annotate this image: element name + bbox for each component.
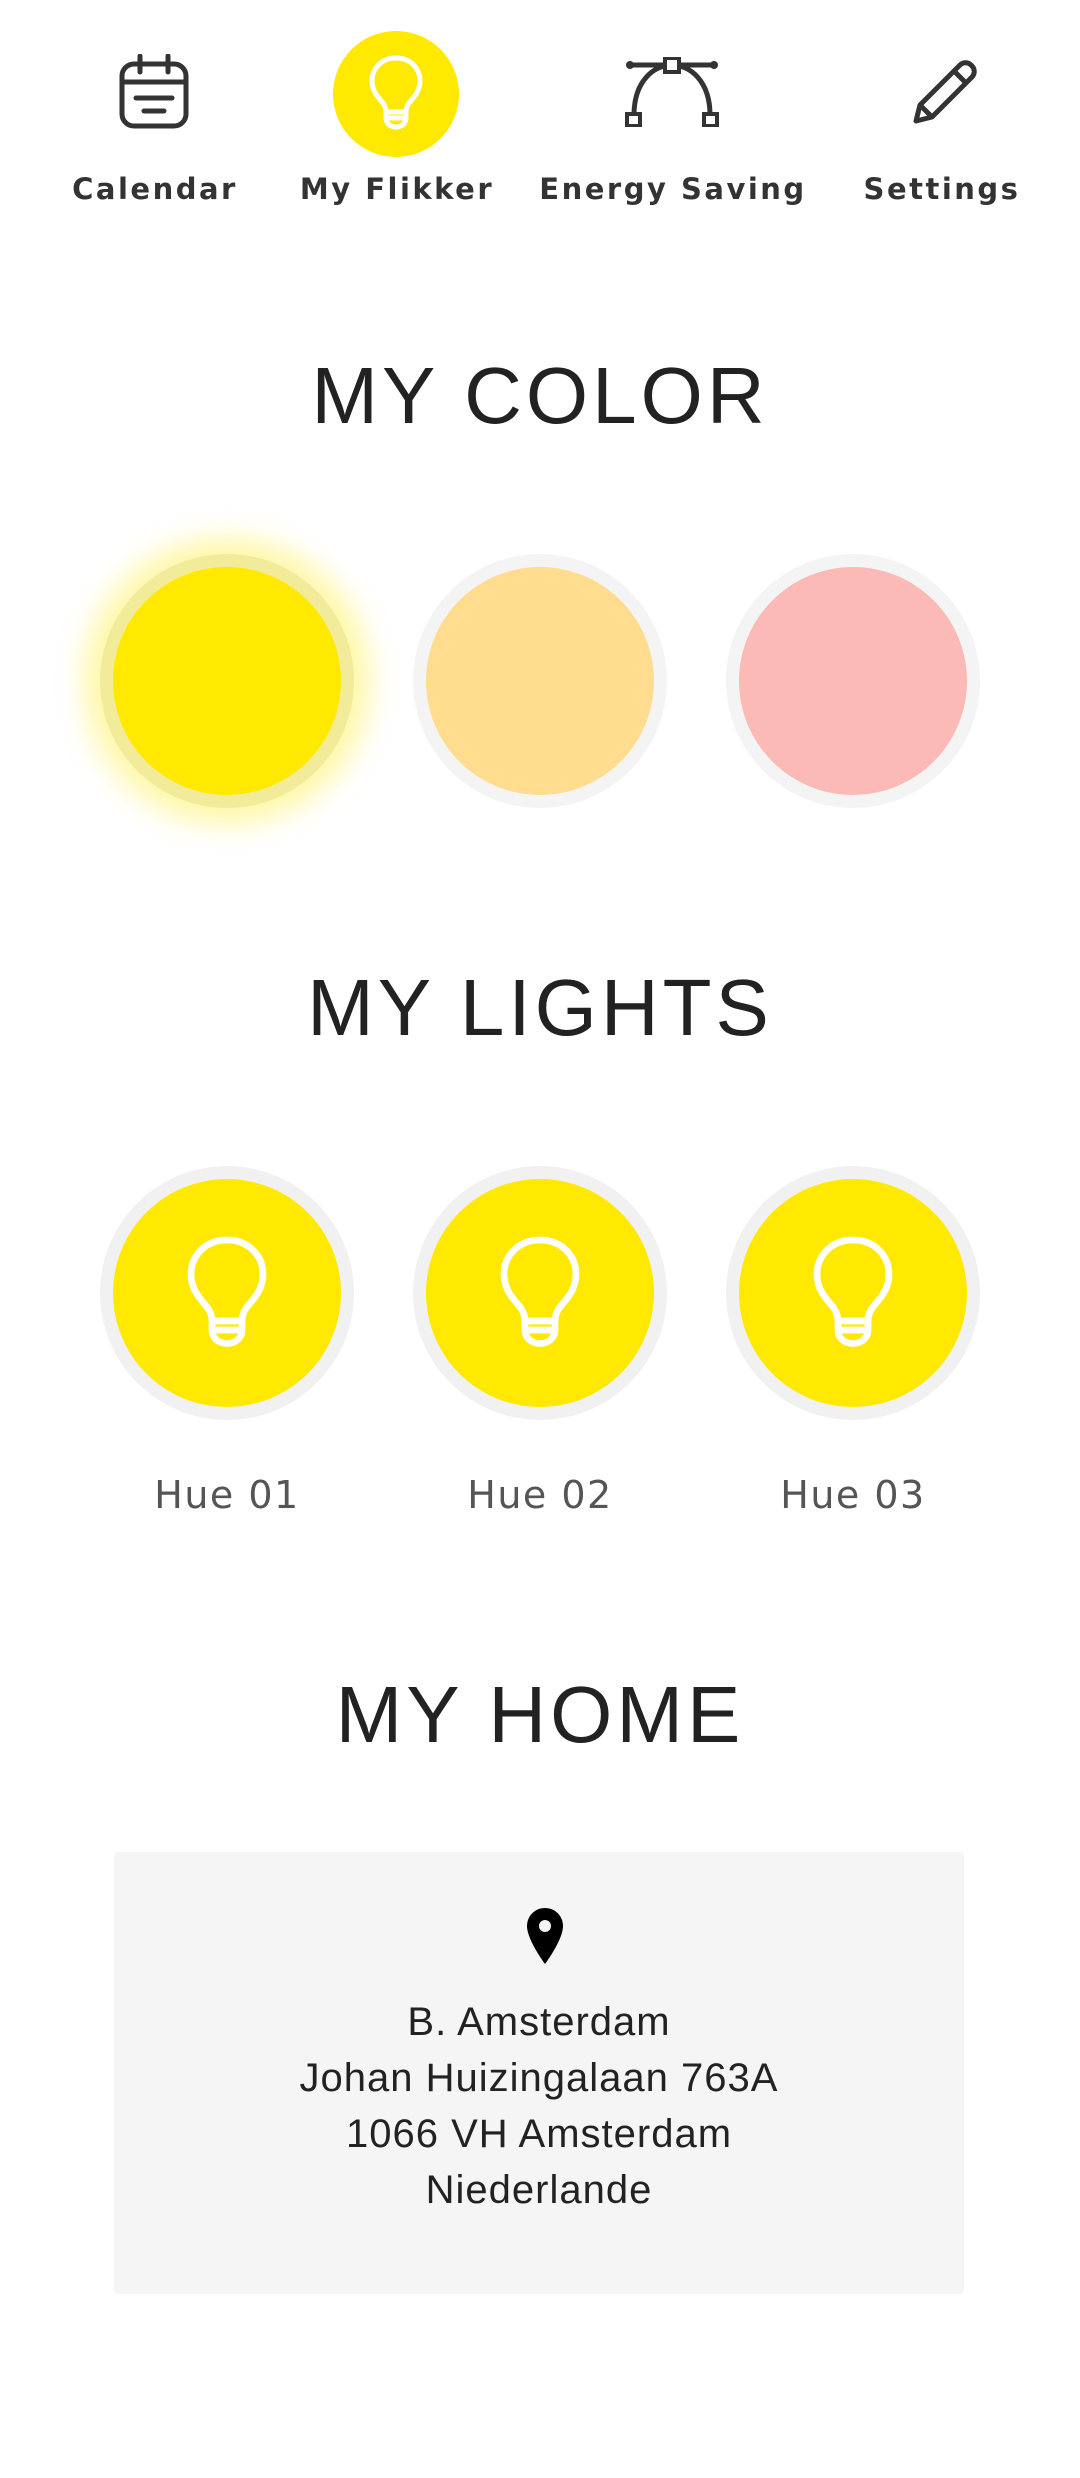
- nav-icon-container: [91, 31, 217, 157]
- address-line-country: Niederlande: [425, 2168, 653, 2212]
- home-address-card: B. Amsterdam Johan Huizingalaan 763A 106…: [114, 1852, 964, 2294]
- nav-item-my-flikker[interactable]: My Flikker: [300, 0, 492, 240]
- nav-item-settings[interactable]: Settings: [840, 0, 1050, 240]
- color-swatch-fill: [739, 567, 967, 795]
- bulb-icon: [185, 1233, 269, 1353]
- light-label: Hue 01: [154, 1473, 300, 1517]
- top-navigation: Calendar My Flikker Energy Saving Settin…: [0, 0, 1080, 240]
- color-swatch-yellow[interactable]: [100, 554, 354, 808]
- nav-icon-container: [882, 31, 1008, 157]
- section-title-my-home: MY HOME: [335, 1670, 745, 1759]
- pencil-icon: [910, 57, 980, 131]
- nav-label: My Flikker: [299, 172, 495, 206]
- color-swatch-fill: [426, 567, 654, 795]
- map-pin-icon: [525, 1906, 565, 1966]
- home-address: B. Amsterdam Johan Huizingalaan 763A 106…: [114, 1994, 964, 2218]
- section-title-my-lights: MY LIGHTS: [307, 963, 773, 1052]
- light-button-hue-02[interactable]: [413, 1166, 667, 1420]
- address-line-city: 1066 VH Amsterdam: [345, 2112, 733, 2156]
- calendar-icon: [118, 53, 190, 134]
- bulb-icon: [368, 54, 424, 134]
- color-swatch-fill: [113, 567, 341, 795]
- address-line-name: B. Amsterdam: [407, 2000, 671, 2044]
- color-swatch-pink[interactable]: [726, 554, 980, 808]
- nav-icon-container: [609, 31, 735, 157]
- bulb-icon: [811, 1233, 895, 1353]
- light-button-hue-01[interactable]: [100, 1166, 354, 1420]
- address-line-street: Johan Huizingalaan 763A: [299, 2056, 779, 2100]
- bulb-icon: [498, 1233, 582, 1353]
- nav-item-energy-saving[interactable]: Energy Saving: [539, 0, 810, 240]
- section-title-my-color: MY COLOR: [311, 351, 769, 440]
- nav-label: Settings: [863, 172, 1021, 206]
- bezier-curve-icon: [624, 56, 720, 131]
- light-button-fill: [113, 1179, 341, 1407]
- light-button-hue-03[interactable]: [726, 1166, 980, 1420]
- light-label: Hue 02: [467, 1473, 613, 1517]
- nav-label: Calendar: [72, 172, 238, 206]
- nav-label: Energy Saving: [539, 172, 807, 206]
- nav-item-calendar[interactable]: Calendar: [0, 0, 310, 240]
- light-label: Hue 03: [780, 1473, 926, 1517]
- light-button-fill: [739, 1179, 967, 1407]
- light-button-fill: [426, 1179, 654, 1407]
- nav-icon-container-active: [333, 31, 459, 157]
- color-swatch-peach[interactable]: [413, 554, 667, 808]
